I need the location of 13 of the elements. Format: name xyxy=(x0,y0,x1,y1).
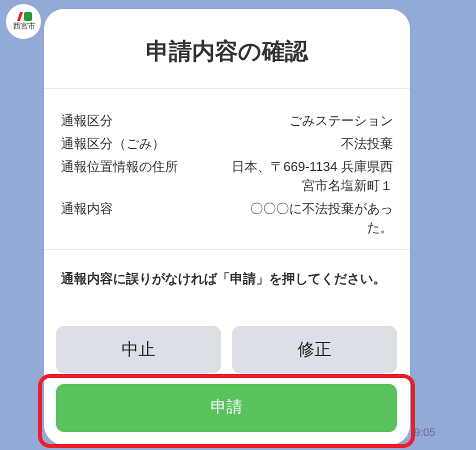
dialog-title: 申請内容の確認 xyxy=(146,37,308,66)
field-label: 通報位置情報の住所 xyxy=(61,158,178,176)
field-value: 〇〇〇に不法投棄があった。 xyxy=(249,200,393,237)
action-button[interactable]: 中止 xyxy=(56,326,221,373)
instruction-text: 通報内容に誤りがなければ「申請」を押してください。 xyxy=(61,270,387,288)
field-value: 日本、〒669-1134 兵庫県西宮市名塩新町１ xyxy=(230,158,393,195)
logo-icon xyxy=(14,11,32,22)
field-label: 通報内容 xyxy=(61,200,113,218)
field-value: ごみステーション xyxy=(289,112,393,130)
field-label: 通報区分 xyxy=(61,112,113,130)
action-button[interactable]: 修正 xyxy=(232,326,397,373)
field-value: 不法投棄 xyxy=(341,135,393,153)
field-label: 通報区分（ごみ） xyxy=(61,135,165,153)
